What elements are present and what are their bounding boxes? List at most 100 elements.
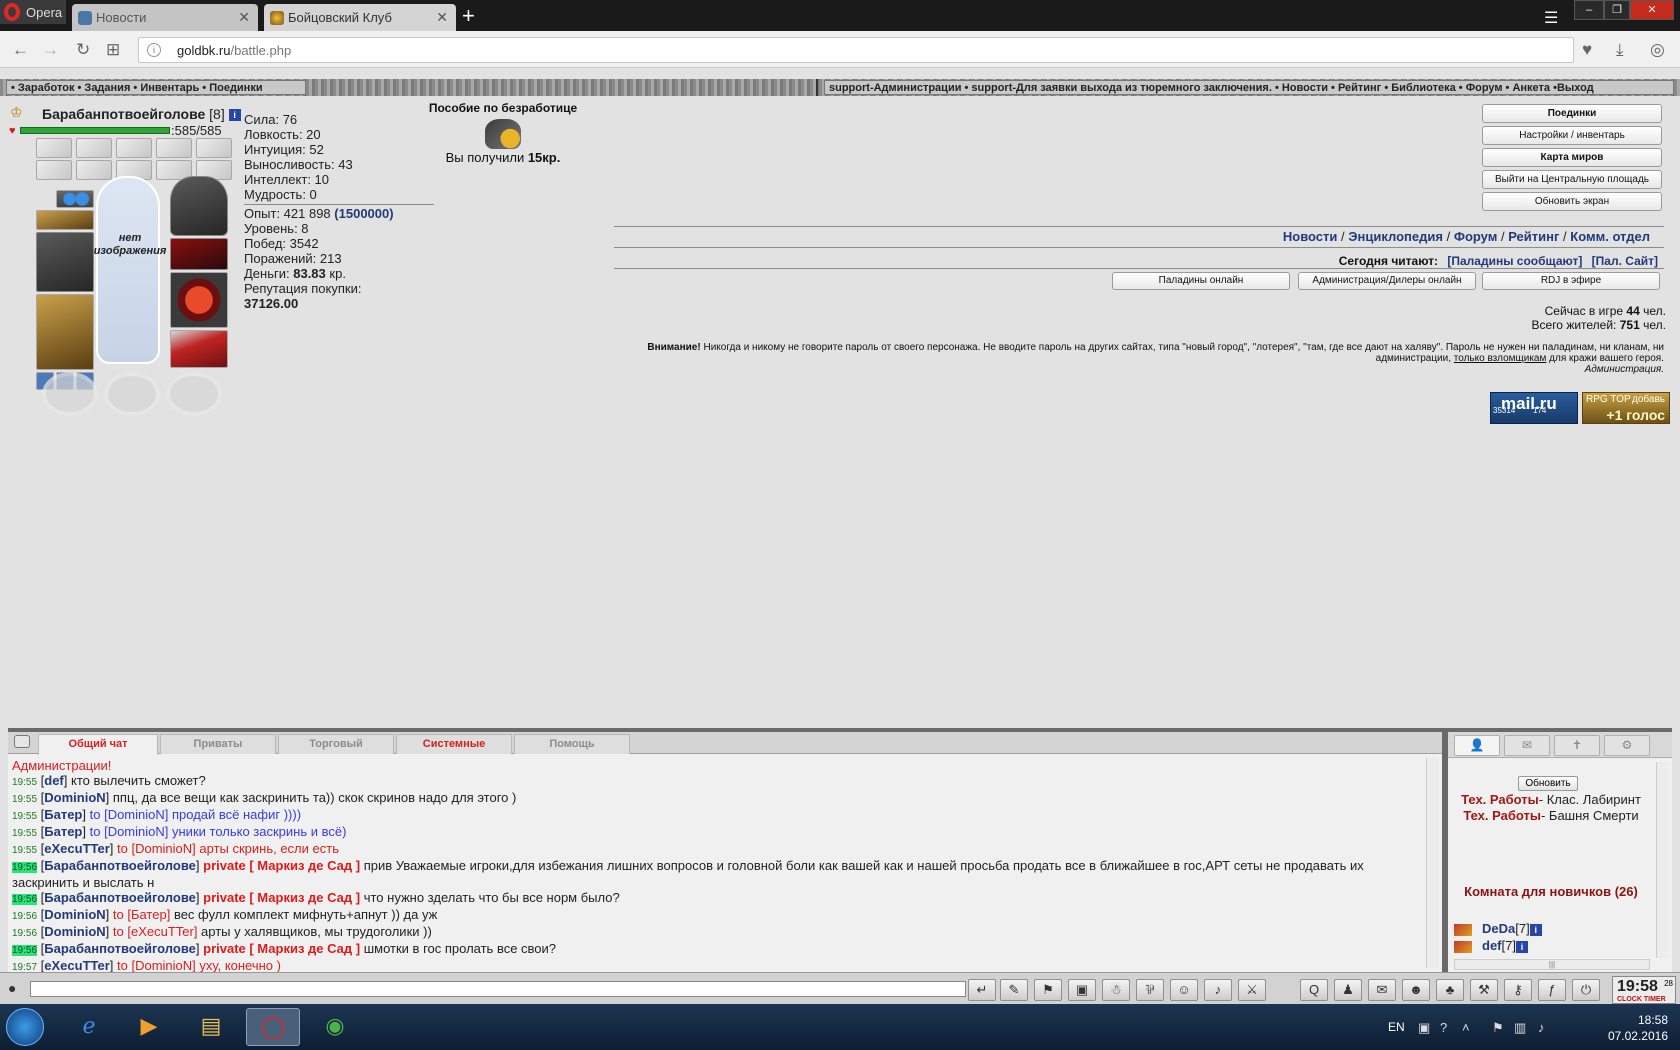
- paladins-online-button[interactable]: Паладины онлайн: [1112, 272, 1290, 290]
- lang-indicator[interactable]: EN: [1388, 1020, 1405, 1034]
- paladins-news-link[interactable]: [Паладины сообщают]: [1447, 254, 1582, 268]
- chat-mode-icon[interactable]: ●: [8, 980, 16, 996]
- tab-menu-icon[interactable]: ☰: [1544, 8, 1558, 28]
- chat-scrollbar[interactable]: [1426, 758, 1438, 968]
- user-row[interactable]: DeDa[7] i: [1454, 920, 1654, 937]
- item-slot[interactable]: [76, 138, 112, 158]
- item-slot[interactable]: [196, 138, 232, 158]
- ring-slot[interactable]: [104, 372, 160, 416]
- tab-general-chat[interactable]: Общий чат: [38, 734, 158, 755]
- tray-clock[interactable]: 18:58 07.02.2016: [1608, 1012, 1668, 1044]
- network-icon[interactable]: ▥: [1514, 1020, 1526, 1036]
- message-nick[interactable]: Барабанпотвоейголове: [44, 858, 196, 873]
- private-icon[interactable]: ⅌: [1136, 979, 1164, 1001]
- shield-slot[interactable]: [170, 272, 228, 328]
- item-slot[interactable]: [36, 160, 72, 180]
- info-icon[interactable]: i: [228, 109, 241, 122]
- ie-icon[interactable]: ℯ: [62, 1008, 116, 1046]
- tab-fight-club[interactable]: Бойцовский Клуб ✕: [264, 4, 456, 31]
- url-field[interactable]: i goldbk.ru/battle.php: [138, 37, 1574, 63]
- forward-icon[interactable]: →: [42, 40, 59, 60]
- heart-icon[interactable]: ♥: [1582, 40, 1592, 60]
- message-nick[interactable]: Батер: [44, 824, 82, 839]
- chat-input[interactable]: [30, 981, 966, 997]
- side-hscrollbar[interactable]: |||: [1454, 959, 1650, 970]
- friends-icon[interactable]: ☻: [1402, 979, 1430, 1001]
- sound-icon[interactable]: ♪: [1204, 979, 1232, 1001]
- message-nick[interactable]: DominioN: [44, 924, 105, 939]
- amulet-slot[interactable]: [36, 210, 94, 230]
- rdj-on-air-button[interactable]: RDJ в эфире: [1482, 272, 1660, 290]
- chat-bubble-icon[interactable]: [14, 735, 30, 748]
- figure-icon[interactable]: ☃: [1102, 979, 1130, 1001]
- message-recipient[interactable]: to [DominioN]: [113, 841, 196, 856]
- scroll-icon[interactable]: ✉: [1368, 979, 1396, 1001]
- earring-slot[interactable]: [56, 190, 94, 208]
- item-slot[interactable]: [156, 138, 192, 158]
- warning-link[interactable]: только взломщикам: [1454, 353, 1547, 364]
- tab-system[interactable]: Системные: [396, 734, 512, 754]
- filter-icon[interactable]: ⚑: [1034, 979, 1062, 1001]
- message-private[interactable]: private [ Маркиз де Сад ]: [200, 941, 360, 956]
- message-nick[interactable]: Барабанпотвоейголове: [44, 890, 196, 905]
- message-nick[interactable]: Батер: [44, 807, 82, 822]
- tab-help[interactable]: Помощь: [514, 734, 630, 754]
- ring-slot[interactable]: [166, 372, 222, 416]
- boots-slot[interactable]: [170, 330, 228, 368]
- weapon-slot[interactable]: [36, 232, 94, 292]
- item-slot[interactable]: [76, 160, 112, 180]
- start-button-icon[interactable]: [6, 1008, 44, 1046]
- chrome-icon[interactable]: ◉: [308, 1008, 362, 1046]
- paladins-site-link[interactable]: [Пал. Сайт]: [1592, 254, 1658, 268]
- settings-tab-icon[interactable]: ⚙: [1604, 735, 1650, 756]
- explorer-icon[interactable]: ▤: [184, 1008, 238, 1046]
- close-icon[interactable]: ✕: [1630, 0, 1674, 20]
- opera-menu-button[interactable]: Opera: [0, 0, 66, 24]
- tab-close-icon[interactable]: ✕: [238, 9, 250, 26]
- message-nick[interactable]: DominioN: [44, 907, 105, 922]
- message-recipient[interactable]: to [DominioN]: [86, 807, 169, 822]
- go-central-square-button[interactable]: Выйти на Центральную площадь: [1482, 170, 1662, 189]
- character-name[interactable]: Барабанпотвоейголове [8] i: [42, 106, 241, 122]
- message-recipient[interactable]: to [Батер]: [109, 907, 170, 922]
- download-icon[interactable]: ⤓: [1616, 40, 1624, 60]
- new-tab-button[interactable]: +: [462, 3, 475, 29]
- sword-icon[interactable]: ⚒: [1470, 979, 1498, 1001]
- message-nick[interactable]: def: [44, 773, 64, 788]
- link-news[interactable]: Новости: [1283, 229, 1338, 244]
- info-icon[interactable]: i: [1515, 940, 1528, 953]
- message-private[interactable]: private [ Маркиз де Сад ]: [200, 890, 360, 905]
- save-icon[interactable]: ▣: [1068, 979, 1096, 1001]
- refresh-screen-button[interactable]: Обновить экран: [1482, 192, 1662, 211]
- discover-icon[interactable]: ◎: [1650, 40, 1665, 60]
- smiley-icon[interactable]: ☺: [1170, 979, 1198, 1001]
- mailru-counter[interactable]: mail.ru 35314 174: [1490, 392, 1578, 424]
- users-tab-icon[interactable]: 👤: [1454, 735, 1500, 756]
- gloves-slot[interactable]: [170, 238, 228, 270]
- reload-icon[interactable]: ↻: [76, 40, 90, 60]
- settings-inventory-button[interactable]: Настройки / инвентарь: [1482, 126, 1662, 145]
- game-menu-right[interactable]: support-Администрации • support-Для заяв…: [824, 80, 1674, 95]
- tray-app-icon[interactable]: ▣: [1418, 1020, 1430, 1036]
- link-comm[interactable]: Комм. отдел: [1570, 229, 1650, 244]
- message-nick[interactable]: eXecuTTer: [44, 958, 110, 973]
- maximize-icon[interactable]: ❐: [1604, 0, 1630, 20]
- item-slot[interactable]: [36, 138, 72, 158]
- volume-icon[interactable]: ♪: [1538, 1020, 1545, 1035]
- link-forum[interactable]: Форум: [1454, 229, 1497, 244]
- quest-icon[interactable]: Q: [1300, 979, 1328, 1001]
- clan-tab-icon[interactable]: ✝: [1554, 735, 1600, 756]
- group-icon[interactable]: ♣: [1436, 979, 1464, 1001]
- message-nick[interactable]: DominioN: [44, 790, 105, 805]
- message-recipient[interactable]: to [DominioN]: [113, 958, 196, 973]
- lock-icon[interactable]: ⚷: [1504, 979, 1532, 1001]
- back-icon[interactable]: ←: [12, 40, 29, 60]
- ring-slot[interactable]: [42, 372, 98, 416]
- tray-expand-icon[interactable]: ˄: [1462, 1020, 1470, 1035]
- message-nick[interactable]: Барабанпотвоейголове: [44, 941, 196, 956]
- helmet-slot[interactable]: [170, 176, 228, 236]
- media-player-icon[interactable]: ▶: [122, 1008, 176, 1046]
- tab-privates[interactable]: Приваты: [160, 734, 276, 754]
- refresh-users-button[interactable]: Обновить: [1518, 776, 1578, 791]
- battles-button[interactable]: Поединки: [1482, 104, 1662, 123]
